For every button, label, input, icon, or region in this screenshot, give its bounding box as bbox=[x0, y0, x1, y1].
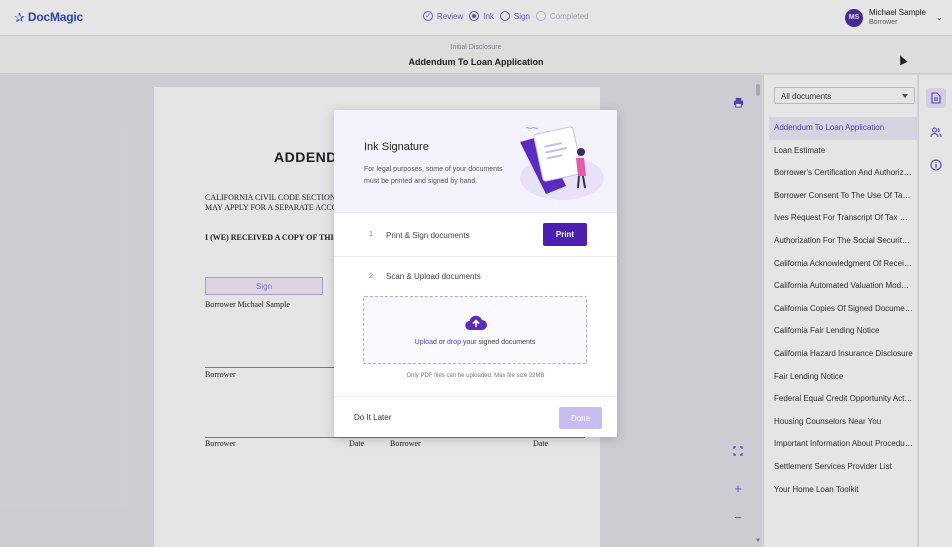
dialog-header: Ink Signature For legal purposes, some o… bbox=[334, 110, 617, 212]
step-label: Print & Sign documents bbox=[386, 231, 470, 240]
dialog-footer: Do It Later Done bbox=[334, 396, 617, 437]
done-button[interactable]: Done bbox=[559, 407, 602, 429]
upload-link[interactable]: Upload bbox=[415, 339, 437, 346]
upload-or-text: or bbox=[436, 339, 447, 346]
dialog-title: Ink Signature bbox=[364, 141, 429, 153]
signing-illustration bbox=[520, 126, 604, 200]
cloud-upload-icon bbox=[465, 315, 487, 331]
step-number: 1 bbox=[369, 231, 373, 238]
do-it-later-button[interactable]: Do It Later bbox=[354, 413, 391, 422]
upload-dropzone[interactable]: Upload or drop your signed documents bbox=[363, 296, 587, 364]
print-button[interactable]: Print bbox=[543, 223, 587, 246]
step-print-row: 1 Print & Sign documents Print bbox=[334, 212, 617, 257]
ink-signature-dialog: Ink Signature For legal purposes, some o… bbox=[334, 110, 617, 437]
dialog-description: For legal purposes, some of your documen… bbox=[364, 166, 503, 185]
step-number: 2 bbox=[369, 273, 373, 280]
upload-note: Only PDF files can be uploaded. Max file… bbox=[406, 373, 545, 379]
drop-link[interactable]: drop bbox=[447, 339, 461, 346]
upload-instructions: Upload or drop your signed documents bbox=[364, 339, 586, 346]
step-label: Scan & Upload documents bbox=[386, 272, 481, 281]
upload-rest-text: your signed documents bbox=[461, 339, 536, 346]
